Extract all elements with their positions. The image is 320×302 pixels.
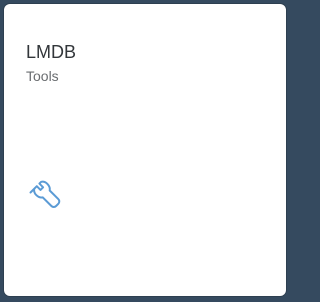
tile-subtitle: Tools bbox=[26, 68, 59, 84]
launchpad-tile-lmdb[interactable]: LMDB Tools bbox=[4, 4, 286, 296]
tile-title: LMDB bbox=[26, 42, 77, 62]
wrench-icon bbox=[26, 178, 62, 214]
